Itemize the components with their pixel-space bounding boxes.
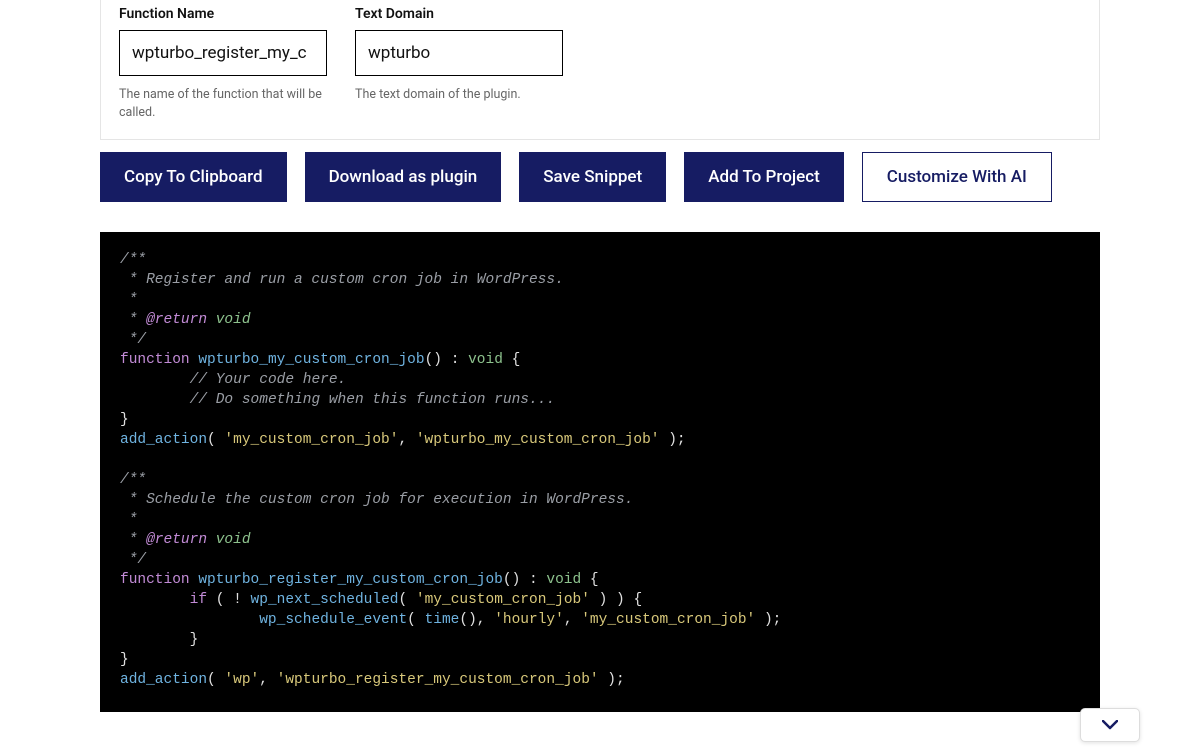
- code-comment: /**: [120, 472, 146, 488]
- code-keyword: function: [120, 572, 190, 588]
- code-return: @return: [146, 532, 207, 548]
- text-domain-label: Text Domain: [355, 6, 563, 22]
- code-call: wp_next_scheduled: [251, 592, 399, 608]
- text-domain-hint: The text domain of the plugin.: [355, 86, 563, 104]
- save-snippet-button[interactable]: Save Snippet: [519, 152, 666, 202]
- code-comment: *: [120, 292, 137, 308]
- field-text-domain: Text Domain The text domain of the plugi…: [355, 0, 563, 121]
- code-call: wp_schedule_event: [259, 612, 407, 628]
- code-string: 'wpturbo_register_my_custom_cron_job': [277, 672, 599, 688]
- code-comment: * Register and run a custom cron job in …: [120, 272, 564, 288]
- code-preview: /** * Register and run a custom cron job…: [100, 232, 1100, 712]
- code-string: 'hourly': [494, 612, 564, 628]
- code-void: void: [216, 312, 251, 328]
- code-comment: */: [120, 552, 146, 568]
- field-function-name: Function Name The name of the function t…: [119, 0, 327, 121]
- code-line-comment: // Do something when this function runs.…: [190, 392, 555, 408]
- function-name-label: Function Name: [119, 6, 327, 22]
- customize-with-ai-button[interactable]: Customize With AI: [862, 152, 1052, 202]
- text-domain-input[interactable]: [355, 30, 563, 76]
- code-func-name: wpturbo_register_my_custom_cron_job: [198, 572, 503, 588]
- code-string: 'wp': [224, 672, 259, 688]
- code-comment: /**: [120, 252, 146, 268]
- code-void: void: [216, 532, 251, 548]
- function-name-input[interactable]: [119, 30, 327, 76]
- code-return: @return: [146, 312, 207, 328]
- form-panel: Function Name The name of the function t…: [100, 0, 1100, 140]
- code-string: 'wpturbo_my_custom_cron_job': [416, 432, 660, 448]
- function-name-hint: The name of the function that will be ca…: [119, 86, 327, 121]
- caret-down-icon: [1102, 720, 1118, 730]
- button-row: Copy To Clipboard Download as plugin Sav…: [100, 152, 1100, 202]
- code-comment: *: [120, 532, 146, 548]
- add-to-project-button[interactable]: Add To Project: [684, 152, 844, 202]
- code-call: add_action: [120, 432, 207, 448]
- code-comment: */: [120, 332, 146, 348]
- copy-to-clipboard-button[interactable]: Copy To Clipboard: [100, 152, 287, 202]
- code-func-name: wpturbo_my_custom_cron_job: [198, 352, 424, 368]
- code-string: 'my_custom_cron_job': [581, 612, 755, 628]
- floating-widget[interactable]: [1080, 708, 1140, 742]
- code-line-comment: // Your code here.: [190, 372, 347, 388]
- code-keyword: function: [120, 352, 190, 368]
- code-call: add_action: [120, 672, 207, 688]
- code-string: 'my_custom_cron_job': [224, 432, 398, 448]
- code-string: 'my_custom_cron_job': [416, 592, 590, 608]
- code-comment: *: [120, 312, 146, 328]
- code-call: time: [425, 612, 460, 628]
- form-row: Function Name The name of the function t…: [119, 0, 1081, 121]
- code-comment: * Schedule the custom cron job for execu…: [120, 492, 633, 508]
- code-comment: *: [120, 512, 137, 528]
- code-keyword: if: [190, 592, 207, 608]
- download-as-plugin-button[interactable]: Download as plugin: [305, 152, 502, 202]
